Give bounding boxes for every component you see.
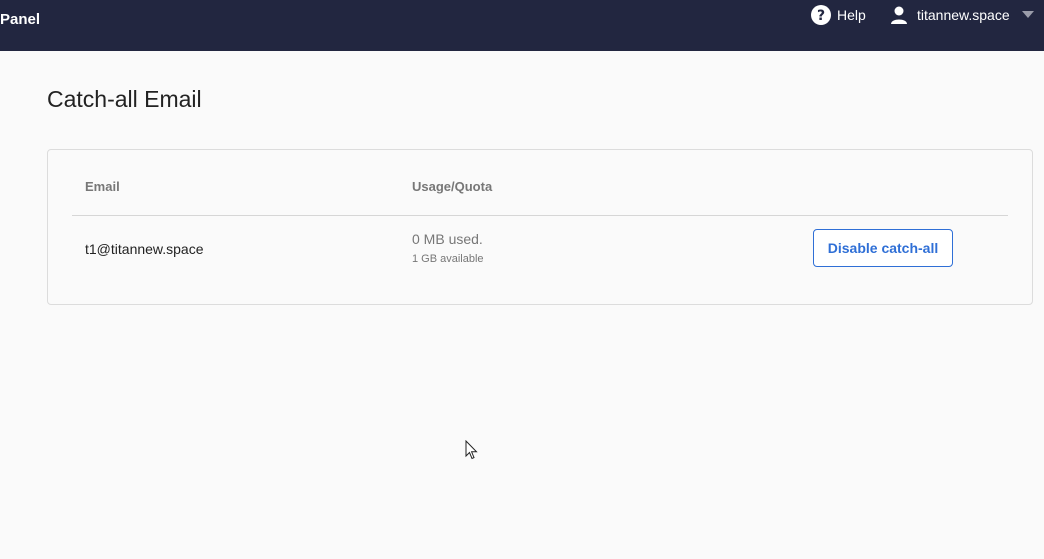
column-header-email: Email (85, 179, 120, 194)
column-header-usage-quota: Usage/Quota (412, 179, 493, 194)
quota-value: 1 GB available (412, 253, 484, 265)
user-label: titannew.space (917, 7, 1010, 23)
user-menu[interactable]: titannew.space (889, 5, 1034, 25)
help-link[interactable]: ? Help (811, 5, 866, 25)
caret-down-icon (1021, 11, 1034, 18)
svg-text:?: ? (817, 8, 825, 24)
email-cell: t1@titannew.space (85, 241, 204, 257)
help-label: Help (837, 7, 866, 23)
top-navbar: Panel ? Help titannew.space (0, 0, 1044, 51)
user-icon (891, 6, 907, 24)
catchall-table-card: Email Usage/Quota t1@titannew.space 0 MB… (47, 149, 1033, 305)
mouse-cursor-icon (465, 440, 478, 460)
help-icon: ? (811, 5, 831, 25)
usage-value: 0 MB used. (412, 231, 483, 247)
page-title: Catch-all Email (47, 86, 202, 112)
brand-title[interactable]: Panel (0, 11, 40, 28)
table-divider (72, 215, 1008, 216)
disable-catch-all-button[interactable]: Disable catch-all (813, 229, 953, 267)
